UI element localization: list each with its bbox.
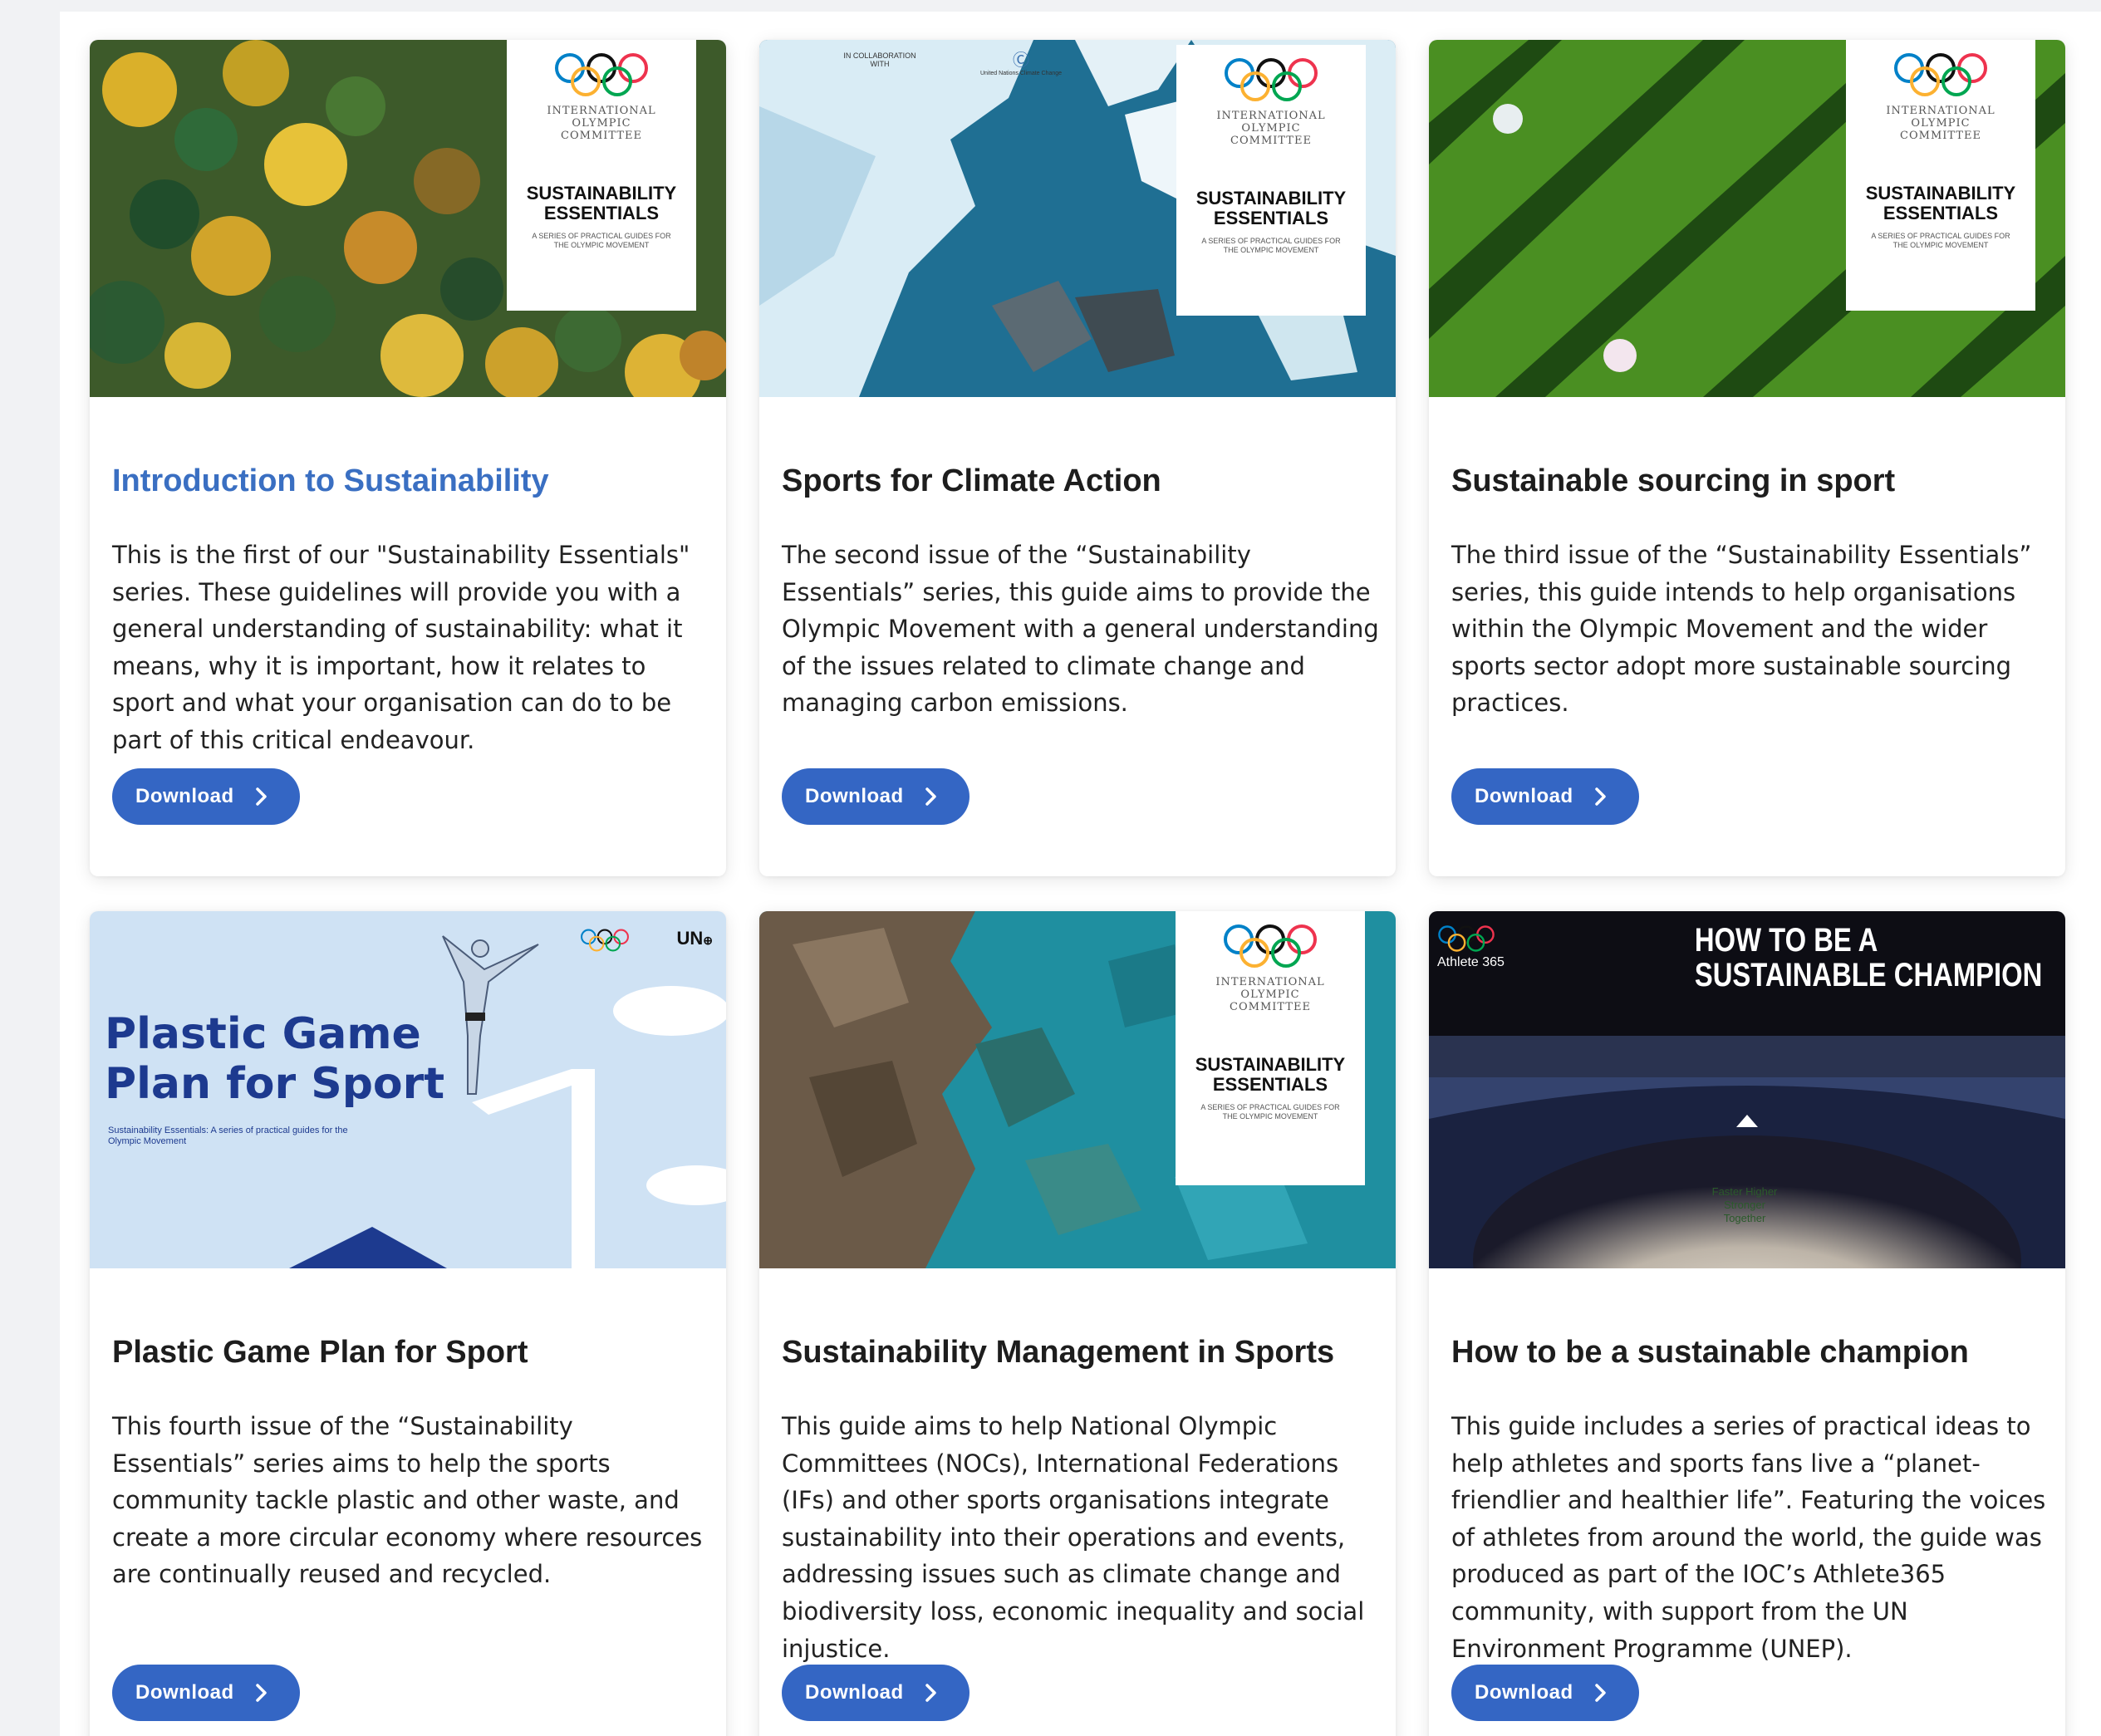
card-description: The third issue of the “Sustainability E…: [1451, 541, 2032, 718]
chevron-right-icon: [255, 1683, 268, 1703]
guide-cover: INTERNATIONAL OLYMPIC COMMITTEE SUSTAINA…: [507, 40, 696, 311]
partner-name: United Nations Climate Change: [979, 71, 1063, 76]
cover-org-name: INTERNATIONAL OLYMPIC COMMITTEE: [547, 105, 656, 142]
cover-series-sub: A SERIES OF PRACTICAL GUIDES FOR THE OLY…: [1871, 232, 2010, 249]
guide-card: IN COLLABORATION WITH Ⓒ United Nations C…: [759, 40, 1396, 876]
guide-card: INTERNATIONAL OLYMPIC COMMITTEE SUSTAINA…: [1429, 40, 2065, 876]
guide-card: Plastic Game Plan for Sport Sustainabili…: [90, 911, 726, 1736]
unfccc-logo: Ⓒ United Nations Climate Change: [967, 47, 1075, 76]
card-thumbnail-coast[interactable]: INTERNATIONAL OLYMPIC COMMITTEE SUSTAINA…: [759, 911, 1396, 1268]
guide-cover: INTERNATIONAL OLYMPIC COMMITTEE SUSTAINA…: [1176, 45, 1366, 316]
cover-title: Plastic Game Plan for Sport: [105, 1009, 445, 1109]
card-thumbnail-plastic[interactable]: Plastic Game Plan for Sport Sustainabili…: [90, 911, 726, 1268]
motto-text: Faster Higher Stronger Together: [1711, 1185, 1778, 1224]
cover-org-name: INTERNATIONAL OLYMPIC COMMITTEE: [1886, 105, 1995, 142]
olympic-rings-icon: [553, 51, 650, 98]
card-title[interactable]: Sustainable sourcing in sport: [1451, 463, 1895, 499]
collab-text: IN COLLABORATION WITH: [843, 51, 916, 68]
download-label: Download: [805, 785, 904, 807]
cover-series-title: SUSTAINABILITY ESSENTIALS: [526, 183, 677, 223]
download-button[interactable]: Download: [112, 768, 300, 825]
guide-cover: INTERNATIONAL OLYMPIC COMMITTEE SUSTAINA…: [1846, 40, 2035, 311]
guides-grid: INTERNATIONAL OLYMPIC COMMITTEE SUSTAINA…: [90, 40, 2065, 1736]
olympic-rings-icon: [1892, 51, 1989, 98]
cover-series-title: SUSTAINABILITY ESSENTIALS: [1195, 188, 1347, 228]
cover-series-sub: A SERIES OF PRACTICAL GUIDES FOR THE OLY…: [532, 232, 671, 249]
download-button[interactable]: Download: [112, 1665, 300, 1721]
download-label: Download: [1475, 1681, 1573, 1704]
download-button[interactable]: Download: [1451, 768, 1639, 825]
guide-card: INTERNATIONAL OLYMPIC COMMITTEE SUSTAINA…: [759, 911, 1396, 1736]
download-label: Download: [805, 1681, 904, 1704]
card-description: This is the first of our "Sustainability…: [112, 541, 690, 754]
chevron-right-icon: [255, 787, 268, 807]
cover-series-sub: A SERIES OF PRACTICAL GUIDES FOR THE OLY…: [1201, 237, 1341, 254]
download-label: Download: [135, 1681, 234, 1704]
download-label: Download: [1475, 785, 1573, 807]
download-button[interactable]: Download: [782, 1665, 970, 1721]
chevron-right-icon: [925, 787, 938, 807]
guide-card: INTERNATIONAL OLYMPIC COMMITTEE SUSTAINA…: [90, 40, 726, 876]
card-title[interactable]: Plastic Game Plan for Sport: [112, 1335, 528, 1371]
download-button[interactable]: Download: [782, 768, 970, 825]
brand-label: Athlete 365: [1437, 955, 1505, 969]
card-title[interactable]: Sports for Climate Action: [782, 463, 1161, 499]
download-label: Download: [135, 785, 234, 807]
cover-title: HOW TO BE A SUSTAINABLE CHAMPION: [1694, 922, 2042, 993]
cover-org-name: INTERNATIONAL OLYMPIC COMMITTEE: [1215, 976, 1325, 1013]
cover-series-title: SUSTAINABILITY ESSENTIALS: [1195, 1054, 1346, 1095]
card-thumbnail-glacier[interactable]: IN COLLABORATION WITH Ⓒ United Nations C…: [759, 40, 1396, 397]
olympic-rings-icon: [580, 928, 630, 953]
unep-logo: UN⊕: [676, 928, 713, 949]
cover-subtitle: Sustainability Essentials: A series of p…: [108, 1125, 348, 1146]
chevron-right-icon: [1594, 1683, 1608, 1703]
card-title[interactable]: Sustainability Management in Sports: [782, 1335, 1334, 1371]
olympic-rings-icon: [1223, 56, 1319, 103]
olympic-rings-icon: [1437, 924, 1495, 953]
card-description: This guide includes a series of practica…: [1451, 1412, 2046, 1663]
card-thumbnail-forest[interactable]: INTERNATIONAL OLYMPIC COMMITTEE SUSTAINA…: [90, 40, 726, 397]
guide-cover: INTERNATIONAL OLYMPIC COMMITTEE SUSTAINA…: [1176, 911, 1365, 1185]
cover-series-title: SUSTAINABILITY ESSENTIALS: [1865, 183, 2016, 223]
card-title[interactable]: How to be a sustainable champion: [1451, 1335, 1969, 1371]
card-title[interactable]: Introduction to Sustainability: [112, 463, 549, 499]
card-description: This fourth issue of the “Sustainability…: [112, 1412, 703, 1589]
chevron-right-icon: [1594, 787, 1608, 807]
card-description: The second issue of the “Sustainability …: [782, 541, 1379, 718]
content-panel: INTERNATIONAL OLYMPIC COMMITTEE SUSTAINA…: [60, 12, 2101, 1736]
cover-series-sub: A SERIES OF PRACTICAL GUIDES FOR THE OLY…: [1200, 1103, 1340, 1121]
card-thumbnail-stadium[interactable]: Athlete 365 HOW TO BE A SUSTAINABLE CHAM…: [1429, 911, 2065, 1268]
olympic-rings-icon: [1222, 923, 1318, 969]
card-description: This guide aims to help National Olympic…: [782, 1412, 1365, 1663]
cover-org-name: INTERNATIONAL OLYMPIC COMMITTEE: [1216, 110, 1326, 147]
download-button[interactable]: Download: [1451, 1665, 1639, 1721]
chevron-right-icon: [925, 1683, 938, 1703]
athlete365-logo: Athlete 365: [1437, 924, 1505, 970]
guide-card: Athlete 365 HOW TO BE A SUSTAINABLE CHAM…: [1429, 911, 2065, 1736]
card-thumbnail-crops[interactable]: INTERNATIONAL OLYMPIC COMMITTEE SUSTAINA…: [1429, 40, 2065, 397]
